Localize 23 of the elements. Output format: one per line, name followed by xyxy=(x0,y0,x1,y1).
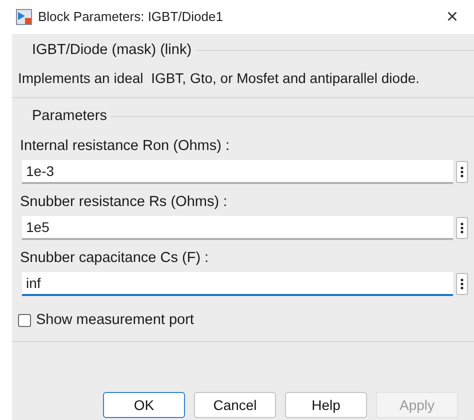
more-options-button[interactable] xyxy=(456,272,468,294)
field-label: Snubber resistance Rs (Ohms) : xyxy=(19,192,228,212)
more-icon xyxy=(460,222,464,234)
parameter-field[interactable]: inf xyxy=(22,272,453,296)
checkbox-label: Show measurement port xyxy=(36,310,194,330)
dialog-button[interactable]: Help xyxy=(285,392,367,418)
close-button[interactable]: × xyxy=(442,7,462,27)
dialog-button[interactable]: OK xyxy=(103,392,185,418)
more-options-button[interactable] xyxy=(456,216,468,238)
parameter-field[interactable]: 1e-3 xyxy=(22,160,453,184)
app-icon xyxy=(16,9,32,25)
mask-title: IGBT/Diode (mask) (link) xyxy=(31,41,193,60)
more-icon xyxy=(460,166,464,178)
field-label: Internal resistance Ron (Ohms) : xyxy=(19,136,231,156)
field-label: Snubber capacitance Cs (F) : xyxy=(19,248,210,268)
window-title: Block Parameters: IGBT/Diode1 xyxy=(38,8,223,26)
parameters-title: Parameters xyxy=(31,106,108,126)
more-icon xyxy=(460,278,464,290)
checkbox[interactable] xyxy=(18,314,31,327)
parameter-field[interactable]: 1e5 xyxy=(22,216,453,240)
mask-description: Implements an ideal IGBT, Gto, or Mosfet and antiparallel diode. xyxy=(17,68,421,88)
dialog-button[interactable]: Cancel xyxy=(194,392,276,418)
more-options-button[interactable] xyxy=(456,160,468,182)
